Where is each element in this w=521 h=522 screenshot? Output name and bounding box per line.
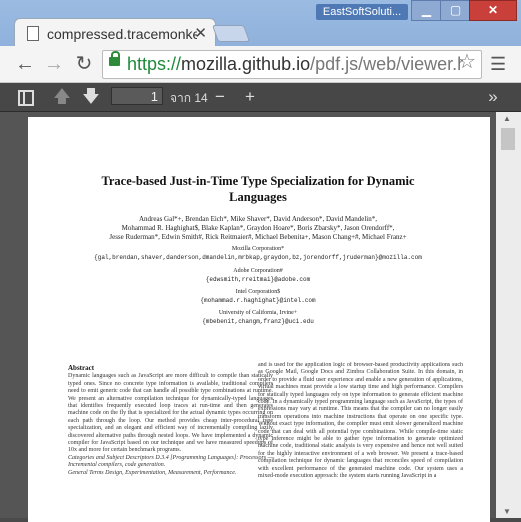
affiliation-email: {mbebenit,changm,franz}@uci.edu (202, 318, 314, 325)
forward-arrow-icon[interactable]: → (42, 52, 66, 76)
pdf-viewer[interactable]: Trace-based Just-in-Time Type Specializa… (0, 112, 496, 522)
affiliation-email: {gal,brendan,shaver,danderson,dmandelin,… (94, 254, 422, 261)
tools-menu-icon[interactable]: » (482, 86, 504, 108)
authors-line: Mohammad R. Haghighat$, Blake Kaplan*, G… (121, 224, 395, 232)
document-icon (27, 26, 39, 41)
previous-page-icon[interactable]: 🡅 (52, 86, 72, 108)
back-arrow-icon[interactable]: ← (13, 52, 37, 76)
pdf-page: Trace-based Just-in-Time Type Specializa… (28, 117, 490, 522)
browser-menu-icon[interactable]: ☰ (490, 54, 506, 75)
browser-tab[interactable]: compressed.tracemonkey-pldi-09.pdf ✕ (14, 18, 216, 49)
new-tab-button[interactable] (211, 25, 251, 42)
address-bar[interactable]: https://mozilla.github.io/pdf.js/web/vie… (102, 50, 482, 79)
pdf-toolbar: 🡅 🡇 1 จาก 14 − + » (0, 83, 521, 112)
authors-line: Jesse Ruderman*, Edwin Smith#, Rick Reit… (109, 233, 407, 241)
paper-title: Trace-based Just-in-Time Type Specializa… (101, 174, 415, 204)
title-bar: compressed.tracemonkey-pldi-09.pdf ✕ Eas… (0, 0, 521, 49)
general-terms-text: General Terms Design, Experimentation, M… (68, 469, 237, 476)
sidebar-toggle-icon[interactable] (16, 86, 34, 108)
abstract-text: Dynamic languages such as JavaScript are… (68, 373, 273, 454)
zoom-out-icon[interactable]: − (210, 86, 230, 108)
scroll-up-icon[interactable]: ▲ (503, 114, 511, 123)
scrollbar-thumb[interactable] (501, 128, 515, 150)
minimize-button[interactable]: ▁ (411, 0, 442, 21)
maximize-button[interactable]: ▢ (440, 0, 471, 21)
reload-icon[interactable]: ↻ (72, 52, 96, 76)
right-column: and is used for the application logic of… (258, 362, 463, 522)
scroll-down-icon[interactable]: ▼ (503, 507, 511, 516)
affiliation-email: {mohammad.r.haghighat}@intel.com (200, 297, 316, 304)
tab-close-icon[interactable]: ✕ (194, 24, 207, 42)
window-owner-label: EastSoftSoluti... (316, 4, 408, 20)
url-text[interactable]: https://mozilla.github.io/pdf.js/web/vie… (127, 54, 463, 75)
authors-line: Andreas Gal*+, Brendan Eich*, Mike Shave… (138, 215, 377, 223)
bookmark-star-icon[interactable]: ☆ (458, 49, 476, 74)
close-window-button[interactable]: ✕ (469, 0, 517, 21)
page-count-label: จาก 14 (170, 91, 208, 105)
tab-title: compressed.tracemonkey-pldi-09.pdf (47, 26, 197, 42)
abstract-heading: Abstract (68, 364, 95, 372)
right-column-text: and is used for the application logic of… (258, 362, 463, 480)
left-column: Abstract Dynamic languages such as JavaS… (68, 364, 273, 477)
next-page-icon[interactable]: 🡇 (81, 86, 101, 108)
page-number-input[interactable]: 1 (111, 87, 163, 105)
lock-icon (109, 51, 120, 66)
categories-text: Categories and Subject Descriptors D.3.4… (68, 454, 273, 469)
zoom-in-icon[interactable]: + (240, 86, 260, 108)
affiliation-email: {edwsmith,rreitmai}@adobe.com (205, 276, 311, 283)
vertical-scrollbar[interactable]: ▲ ▼ (496, 112, 521, 518)
navigation-bar: ← → ↻ https://mozilla.github.io/pdf.js/w… (0, 46, 521, 83)
